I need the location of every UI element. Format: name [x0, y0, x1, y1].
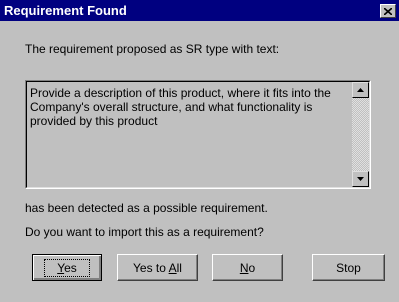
detected-label: has been detected as a possible requirem… [25, 201, 268, 215]
requirement-found-dialog: Requirement Found The requirement propos… [0, 0, 399, 302]
question-label: Do you want to import this as a requirem… [25, 225, 264, 239]
window-title: Requirement Found [4, 3, 127, 18]
yes-to-all-button-label: Yes to All [133, 260, 182, 275]
requirement-text: Provide a description of this product, w… [30, 86, 331, 128]
requirement-text-box-frame: Provide a description of this product, w… [26, 81, 370, 188]
scroll-down-button[interactable] [352, 171, 369, 187]
yes-button-label: Yes [44, 258, 90, 277]
scroll-up-arrow-icon [357, 88, 364, 92]
yes-to-all-button[interactable]: Yes to All [117, 254, 198, 281]
vertical-scrollbar[interactable] [352, 82, 369, 187]
yes-button[interactable]: Yes [32, 254, 102, 281]
no-button[interactable]: No [212, 254, 283, 281]
stop-button-label: Stop [336, 260, 361, 275]
title-bar[interactable]: Requirement Found [0, 0, 399, 21]
no-button-label: No [239, 260, 256, 275]
stop-button[interactable]: Stop [312, 254, 385, 281]
intro-label: The requirement proposed as SR type with… [25, 42, 280, 56]
requirement-text-box[interactable]: Provide a description of this product, w… [25, 80, 371, 189]
close-icon [384, 7, 392, 15]
scroll-down-arrow-icon [357, 177, 364, 181]
close-button[interactable] [380, 4, 396, 18]
scroll-up-button[interactable] [352, 82, 369, 98]
